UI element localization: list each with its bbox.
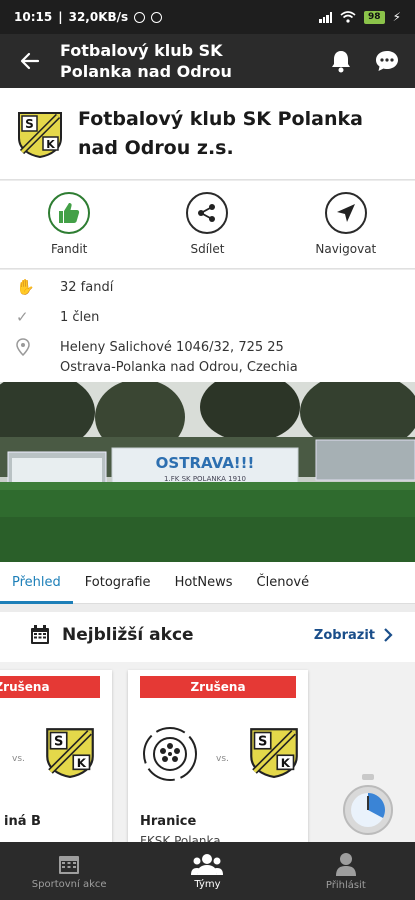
navigate-circle <box>324 192 367 234</box>
show-all-button[interactable]: Zobrazit <box>314 628 393 643</box>
banner-text: OSTRAVA!!! <box>156 454 255 472</box>
status-time: 10:15 <box>14 10 53 24</box>
club-header: S K Fotbalový klub SK Polanka nad Odrou … <box>0 88 415 180</box>
calendar-icon <box>59 855 80 874</box>
team-name: Hranice <box>140 814 197 829</box>
tab-hotnews[interactable]: HotNews <box>175 562 233 604</box>
calendar-icon <box>31 625 49 644</box>
logo-letter-s: S <box>54 735 63 750</box>
stadium-image: OSTRAVA!!! 1.FK SK POLANKA 1910 <box>0 382 415 562</box>
hand-icon: ✋ <box>16 278 35 296</box>
club-name: Fotbalový klub SK Polanka nad Odrou z.s. <box>78 107 363 159</box>
share-circle <box>186 192 229 234</box>
sync-icon <box>151 11 163 23</box>
logo-letter-k: K <box>281 756 291 770</box>
notifications-button[interactable] <box>327 47 355 75</box>
chat-button[interactable] <box>373 47 401 75</box>
tab-clenove[interactable]: Členové <box>257 562 310 604</box>
tab-fotografie[interactable]: Fotografie <box>85 562 151 604</box>
status-badge: Zrušena <box>0 676 100 698</box>
navigate-label: Navigovat <box>315 242 377 256</box>
thumbs-up-icon <box>59 203 80 223</box>
chevron-right-icon <box>384 628 393 642</box>
data-saver-icon <box>134 11 146 23</box>
sport-ball-icon <box>143 727 197 781</box>
charging-icon: ⚡ <box>392 10 401 24</box>
club-photo: OSTRAVA!!! 1.FK SK POLANKA 1910 <box>0 382 415 562</box>
app-bar: Fotbalový klub SK Polanka nad Odrou <box>0 34 415 88</box>
navigate-icon <box>336 204 355 222</box>
nav-login-label: Přihlásit <box>325 879 366 891</box>
fan-circle <box>48 192 91 234</box>
signal-icon <box>319 11 333 23</box>
members-row: ✓ 1 člen <box>16 308 415 328</box>
bottom-navigation: Sportovní akce Týmy Přihlásit <box>0 842 415 900</box>
navigate-button[interactable]: Navigovat <box>277 181 415 268</box>
arrow-left-icon <box>20 52 40 70</box>
share-label: Sdílet <box>190 242 225 256</box>
chat-bubble-icon <box>376 51 398 71</box>
nav-teams[interactable]: Týmy <box>138 842 276 900</box>
person-icon <box>335 852 356 876</box>
show-all-label: Zobrazit <box>313 627 375 643</box>
check-icon: ✓ <box>16 308 29 326</box>
team-subtitle: FKSK Polanka <box>140 834 221 842</box>
members-count: 1 člen <box>60 310 100 325</box>
nav-sport-events[interactable]: Sportovní akce <box>0 842 138 900</box>
logo-letter-s: S <box>25 117 34 131</box>
nav-teams-label: Týmy <box>194 878 221 890</box>
address-row[interactable]: Heleny Salichové 1046/32, 725 25 Ostrava… <box>16 338 415 378</box>
status-speed: 32,0KB/s <box>68 10 129 24</box>
battery-level: 98 <box>368 12 381 22</box>
address-line-1: Heleny Salichové 1046/32, 725 25 <box>60 340 284 355</box>
people-icon <box>191 853 224 875</box>
vs-label: vs. <box>12 754 25 764</box>
status-bar: 10:15 | 32,0KB/s 98 ⚡ <box>0 0 415 34</box>
club-logo: S K <box>46 728 94 778</box>
club-actions: Fandit Sdílet Navigovat <box>0 181 415 269</box>
club-info: ✋ 32 fandí ✓ 1 člen Heleny Salichové 104… <box>0 270 415 382</box>
share-button[interactable]: Sdílet <box>138 181 276 268</box>
team-name: iná B <box>4 814 41 829</box>
fans-count: 32 fandí <box>60 280 114 295</box>
share-icon <box>198 204 216 222</box>
fan-button[interactable]: Fandit <box>0 181 138 268</box>
logo-letter-k: K <box>77 756 87 770</box>
stopwatch-button[interactable] <box>342 774 394 836</box>
logo-letter-k: K <box>46 138 55 151</box>
wifi-icon <box>340 11 356 23</box>
fans-row: ✋ 32 fandí <box>16 278 415 298</box>
logo-letter-s: S <box>258 735 267 750</box>
bell-icon <box>332 51 350 73</box>
event-card[interactable]: Zrušena vs. S K Hranice FKSK Polanka <box>128 670 308 842</box>
banner-subtext: 1.FK SK POLANKA 1910 <box>164 475 246 483</box>
status-sep: | <box>58 10 63 24</box>
nav-sport-events-label: Sportovní akce <box>31 878 107 890</box>
club-tabs: Přehled Fotografie HotNews Členové <box>0 562 415 604</box>
fan-label: Fandit <box>50 242 88 256</box>
back-button[interactable] <box>0 34 60 88</box>
status-badge: Zrušena <box>140 676 296 698</box>
location-pin-icon <box>16 338 60 360</box>
event-card[interactable]: Zrušena vs. S K iná B <box>0 670 112 842</box>
events-title: Nejbližší akce <box>62 625 194 645</box>
club-logo: S K <box>18 111 62 158</box>
app-bar-title: Fotbalový klub SK Polanka nad Odrou <box>60 41 232 81</box>
battery-icon: 98 <box>364 10 385 24</box>
vs-label: vs. <box>216 754 229 764</box>
address-line-2: Ostrava-Polanka nad Odrou, Czechia <box>60 360 298 375</box>
club-logo: S K <box>250 728 298 778</box>
tab-prehled[interactable]: Přehled <box>0 562 73 604</box>
nav-login[interactable]: Přihlásit <box>277 842 415 900</box>
